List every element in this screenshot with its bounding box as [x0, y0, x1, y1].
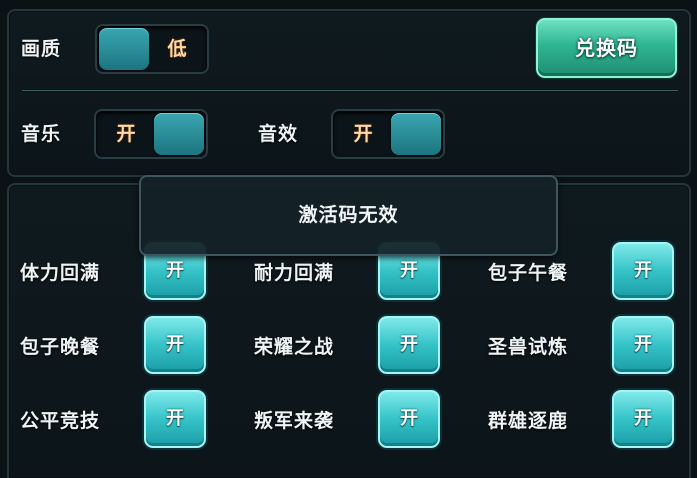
music-toggle[interactable]: 开	[94, 109, 208, 159]
quality-label: 画质	[21, 38, 62, 60]
toggle-knob[interactable]	[391, 113, 441, 155]
activity-label: 荣耀之战	[254, 336, 335, 358]
toggle-knob[interactable]	[99, 28, 149, 70]
activity-toggle-button[interactable]: 开	[612, 390, 674, 448]
activity-toggle-button[interactable]: 开	[378, 316, 440, 374]
activity-label: 包子午餐	[488, 262, 569, 284]
activity-toggle-button[interactable]: 开	[144, 390, 206, 448]
activity-toggle-button[interactable]: 开	[612, 242, 674, 300]
sound-value: 开	[353, 123, 373, 145]
sound-label: 音效	[258, 123, 299, 145]
activity-label: 体力回满	[20, 262, 101, 284]
activity-label: 公平竞技	[20, 410, 101, 432]
divider	[22, 90, 678, 91]
music-value: 开	[116, 123, 136, 145]
invalid-code-toast: 激活码无效	[139, 175, 558, 256]
activity-label: 圣兽试炼	[488, 336, 569, 358]
activity-toggle-button[interactable]: 开	[144, 316, 206, 374]
activity-label: 耐力回满	[254, 262, 335, 284]
activity-label: 叛军来袭	[254, 410, 335, 432]
quality-toggle[interactable]: 低	[95, 24, 209, 74]
activity-label: 群雄逐鹿	[488, 410, 569, 432]
quality-value: 低	[167, 38, 187, 60]
activity-toggle-button[interactable]: 开	[378, 390, 440, 448]
activity-toggle-button[interactable]: 开	[612, 316, 674, 374]
redeem-code-button[interactable]: 兑换码	[536, 18, 677, 78]
activity-label: 包子晚餐	[20, 336, 101, 358]
sound-toggle[interactable]: 开	[331, 109, 445, 159]
toggle-knob[interactable]	[154, 113, 204, 155]
music-label: 音乐	[21, 123, 62, 145]
